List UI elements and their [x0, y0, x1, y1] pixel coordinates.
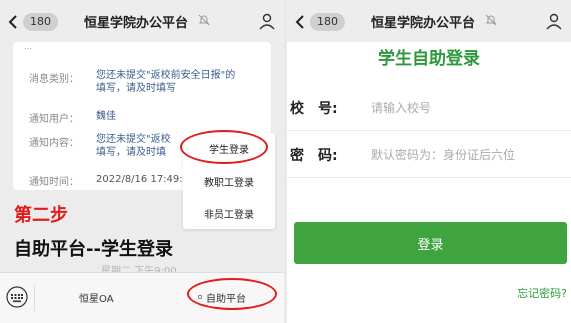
category-value: 您还未提交"返校前安全日报"的 填写，请及时填写	[96, 69, 235, 95]
field-underline	[287, 177, 571, 178]
time-value-line-1: 2022/8/16 17:49:	[96, 174, 183, 185]
category-value-line-2: 填写，请及时填写	[96, 83, 176, 94]
top-nav-bar: 180 恒星学院办公平台	[0, 0, 284, 42]
user-icon[interactable]	[545, 12, 563, 30]
caption-headline: 自助平台--学生登录	[14, 239, 173, 260]
menu-item-nonstaff-login[interactable]: 非员工登录	[183, 206, 275, 221]
user-value-line-1: 魏佳	[96, 111, 116, 122]
login-button[interactable]: 登录	[294, 222, 567, 264]
student-id-label-b: 号:	[318, 101, 338, 117]
student-id-input[interactable]	[371, 96, 561, 120]
top-nav-bar-right: 180 恒星学院办公平台	[287, 0, 571, 42]
content-value-line-1: 您还未提交"返校	[96, 134, 171, 145]
content-label: 通知内容：	[29, 138, 79, 149]
user-value: 魏佳	[96, 110, 116, 123]
password-label-b: 码:	[318, 148, 338, 164]
unread-badge[interactable]: 180	[23, 13, 58, 31]
highlight-circle-student-login	[180, 130, 268, 164]
tab-hengxing-oa[interactable]: 恒星OA	[79, 290, 114, 305]
menu-item-staff-login[interactable]: 教职工登录	[183, 174, 275, 189]
left-screenshot: 180 恒星学院办公平台 ... 消息类别： 您还未提交"返校前安全日报"的 填…	[0, 0, 284, 323]
password-label: 密码:	[290, 145, 338, 165]
login-title: 学生自助登录	[378, 49, 480, 69]
time-label: 通知时间：	[29, 177, 79, 188]
category-label: 消息类别：	[29, 74, 79, 85]
password-input[interactable]	[371, 143, 561, 167]
mute-bell-icon	[485, 14, 497, 26]
student-id-label-a: 校	[290, 101, 304, 117]
back-chevron-icon[interactable]	[5, 13, 23, 31]
user-icon[interactable]	[258, 12, 276, 30]
unread-badge[interactable]: 180	[310, 13, 345, 31]
keyboard-icon[interactable]	[6, 286, 28, 308]
step-label: 第二步	[14, 205, 68, 226]
content-value: 您还未提交"返校 填写，请及时填	[96, 133, 171, 159]
mute-bell-icon	[198, 14, 210, 26]
field-underline	[287, 130, 571, 131]
student-id-label: 校号:	[290, 98, 338, 118]
highlight-circle-self-service	[187, 278, 277, 310]
right-screenshot: 180 恒星学院办公平台 学生自助登录 校号: 密码: 登录 忘记密码?	[287, 0, 571, 323]
user-label: 通知用户：	[29, 114, 79, 125]
card-cut-text: ...	[24, 42, 32, 51]
time-value: 2022/8/16 17:49:	[96, 173, 183, 186]
forgot-password-link[interactable]: 忘记密码?	[517, 285, 567, 301]
back-chevron-icon[interactable]	[292, 13, 310, 31]
category-value-line-1: 您还未提交"返校前安全日报"的	[96, 70, 236, 81]
content-value-line-2: 填写，请及时填	[96, 147, 166, 158]
password-label-a: 密	[290, 148, 304, 164]
bottom-bar-divider	[34, 285, 35, 311]
